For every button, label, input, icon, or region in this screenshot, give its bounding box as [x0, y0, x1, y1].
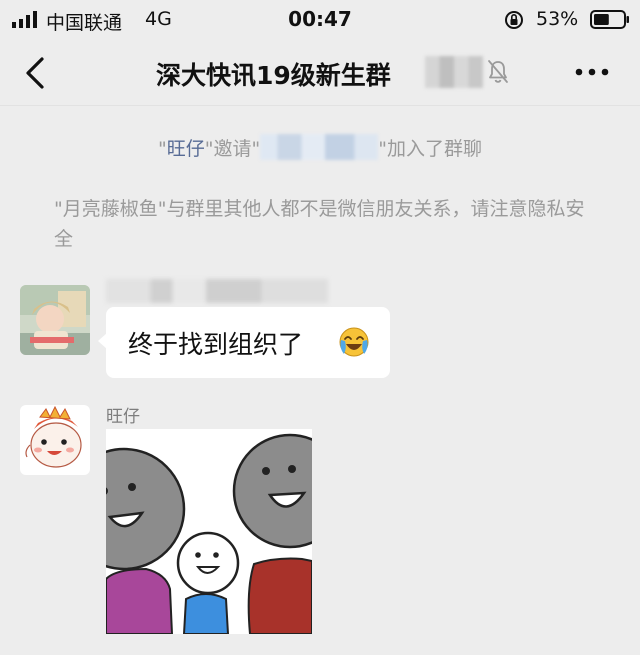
message-text: 终于找到组织了 — [128, 330, 304, 359]
muted-bell-icon — [488, 60, 508, 83]
invite-end-text: "加入了群聊 — [378, 138, 482, 160]
chat-header: 深大快讯19级新生群 — [0, 40, 640, 106]
invite-text: "邀请" — [204, 138, 261, 160]
user-avatar-image — [20, 405, 90, 475]
chat-title: 深大快讯19级新生群 — [156, 61, 391, 90]
status-bar: 中国联通 4G 00:47 53% — [0, 0, 640, 40]
inviter-name-link[interactable]: 旺仔 — [167, 138, 205, 160]
back-arrow-icon[interactable] — [18, 54, 54, 92]
avatar[interactable] — [20, 405, 90, 475]
crying-laughing-emoji-icon — [339, 327, 369, 357]
sticker-message[interactable] — [106, 429, 312, 634]
user-avatar-image — [20, 285, 90, 355]
system-message-privacy: "月亮藤椒鱼"与群里其他人都不是微信朋友关系，请注意隐私安全 — [54, 198, 585, 250]
invitee-redaction — [260, 134, 379, 160]
smiling-stick-figures-sticker — [106, 429, 312, 634]
message-bubble[interactable]: 终于找到组织了 — [98, 307, 390, 378]
sender-name-redaction — [106, 279, 328, 303]
more-options-icon[interactable] — [572, 60, 612, 84]
avatar[interactable] — [20, 285, 90, 355]
sender-name: 旺仔 — [106, 407, 140, 427]
quote-mark: " — [158, 138, 167, 160]
battery-icon — [590, 10, 629, 29]
title-redaction — [425, 56, 483, 88]
system-message-invite: "旺仔"邀请" "加入了群聊 — [0, 134, 640, 161]
rotation-lock-icon — [505, 11, 523, 29]
battery-percent: 53% — [536, 8, 579, 30]
